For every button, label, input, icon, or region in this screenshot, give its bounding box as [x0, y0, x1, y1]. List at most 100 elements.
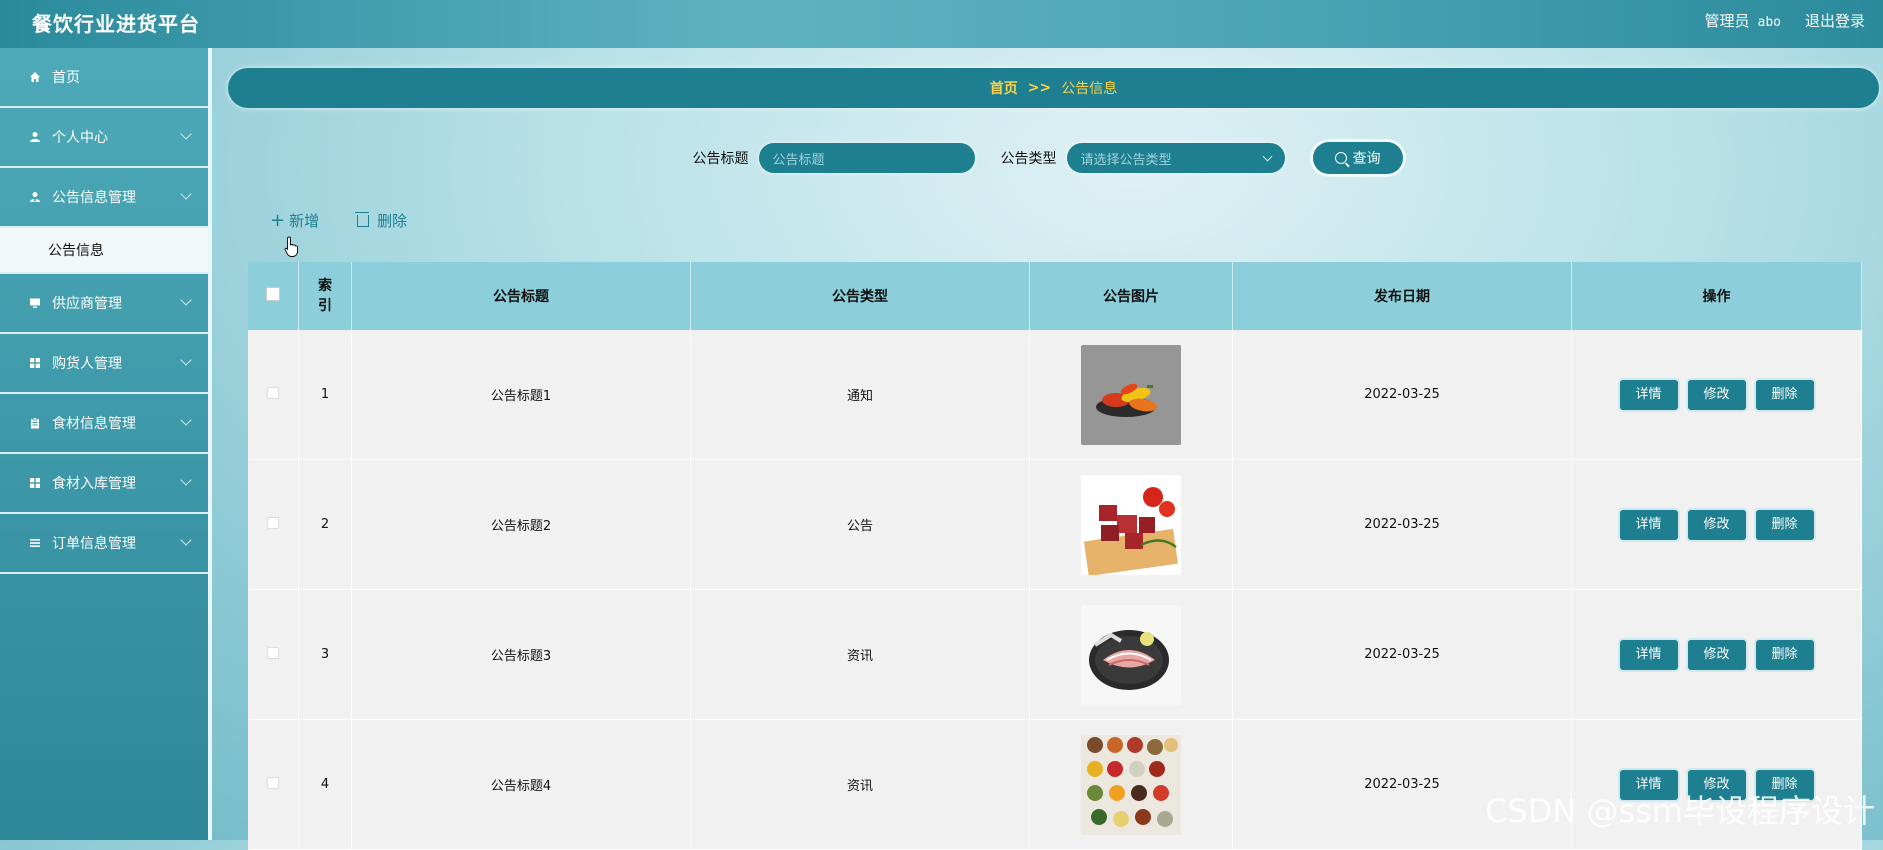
- col-type: 公告类型: [690, 262, 1030, 330]
- sidebar-item-personal-center[interactable]: 个人中心: [0, 108, 208, 168]
- row-title: 公告标题4: [351, 719, 691, 850]
- row-ops: 详情 修改 删除: [1571, 589, 1862, 720]
- chevron-down-icon: [180, 414, 192, 426]
- row-index: 4: [298, 719, 352, 850]
- sidebar-item-stock-in-management[interactable]: 食材入库管理: [0, 454, 208, 514]
- table-row: 3 公告标题3 资讯 2022-03-25 详情 修改 删除: [248, 589, 1862, 720]
- batch-delete-button[interactable]: 删除: [355, 210, 408, 231]
- row-index: 2: [298, 459, 352, 590]
- row-type: 资讯: [690, 589, 1030, 720]
- sidebar-subitem-notice-info[interactable]: 公告信息: [0, 228, 208, 274]
- home-icon: [28, 70, 42, 84]
- row-image-cell: [1029, 459, 1233, 590]
- row-image-cell: [1029, 719, 1233, 850]
- row-checkbox[interactable]: [267, 646, 279, 659]
- notice-image-beef[interactable]: [1081, 474, 1181, 575]
- row-title: 公告标题1: [351, 330, 691, 460]
- delete-button[interactable]: 删除: [1755, 639, 1814, 670]
- sidebar-item-home[interactable]: 首页: [0, 48, 208, 108]
- select-all-checkbox[interactable]: [266, 287, 280, 301]
- add-button[interactable]: + 新增: [270, 210, 319, 231]
- hand-cursor-icon: [284, 236, 299, 257]
- trash-icon: [355, 211, 370, 227]
- row-checkbox[interactable]: [267, 516, 279, 529]
- notice-image-bacon[interactable]: [1081, 604, 1181, 705]
- col-date: 发布日期: [1232, 262, 1572, 330]
- toolbar: + 新增 删除: [270, 210, 407, 231]
- main-content: 首页 >> 公告信息 公告标题 公告标题 公告类型 请选择公告类型 查询 + 新…: [212, 48, 1883, 850]
- query-button[interactable]: 查询: [1312, 142, 1403, 174]
- user-icon: [28, 130, 42, 144]
- row-select-cell: [248, 719, 299, 850]
- sidebar-item-ingredient-management[interactable]: 食材信息管理: [0, 394, 208, 454]
- table-row: 1 公告标题1 通知 2022-03-25 详情 修改 删除: [248, 330, 1862, 460]
- sidebar: 首页 个人中心 公告信息管理 公告信息 供应商管理 购货人管理 食材信息管理 食…: [0, 48, 212, 840]
- row-index: 1: [298, 330, 352, 460]
- table-row: 2 公告标题2 公告 2022-03-25 详情 修改 删除: [248, 459, 1862, 590]
- type-select[interactable]: 请选择公告类型: [1066, 143, 1285, 173]
- detail-button[interactable]: 详情: [1619, 379, 1678, 410]
- edit-button[interactable]: 修改: [1687, 379, 1746, 410]
- edit-button[interactable]: 修改: [1687, 639, 1746, 670]
- row-image-cell: [1029, 589, 1233, 720]
- breadcrumb-home[interactable]: 首页: [990, 78, 1018, 98]
- sidebar-item-label: 订单信息管理: [52, 536, 136, 552]
- row-date: 2022-03-25: [1232, 330, 1572, 460]
- row-ops: 详情 修改 删除: [1571, 459, 1862, 590]
- chevron-down-icon: [180, 474, 192, 486]
- detail-button[interactable]: 详情: [1619, 639, 1678, 670]
- sidebar-item-supplier-management[interactable]: 供应商管理: [0, 274, 208, 334]
- title-search-input[interactable]: 公告标题: [758, 143, 975, 173]
- notice-table: 索引 公告标题 公告类型 公告图片 发布日期 操作 1 公告标题1 通知 202…: [248, 262, 1862, 850]
- sidebar-item-order-management[interactable]: 订单信息管理: [0, 514, 208, 574]
- chevron-down-icon: [1262, 151, 1272, 161]
- row-type: 通知: [690, 330, 1030, 460]
- delete-button[interactable]: 删除: [1755, 379, 1814, 410]
- detail-button[interactable]: 详情: [1619, 509, 1678, 540]
- col-image: 公告图片: [1029, 262, 1233, 330]
- row-date: 2022-03-25: [1232, 589, 1572, 720]
- grid-icon: [28, 356, 42, 370]
- delete-button[interactable]: 删除: [1755, 509, 1814, 540]
- sidebar-item-label: 购货人管理: [52, 356, 122, 372]
- row-index: 3: [298, 589, 352, 720]
- notice-image-peppers[interactable]: [1081, 344, 1181, 445]
- list-icon: [28, 536, 42, 550]
- sidebar-item-buyer-management[interactable]: 购货人管理: [0, 334, 208, 394]
- clipboard-icon: [28, 416, 42, 430]
- row-checkbox[interactable]: [267, 386, 279, 399]
- header-right: 管理员 abo 退出登录: [1704, 10, 1865, 31]
- batch-delete-label: 删除: [377, 212, 408, 230]
- row-checkbox[interactable]: [267, 776, 279, 789]
- plus-icon: +: [270, 209, 286, 231]
- sidebar-item-label: 食材信息管理: [52, 416, 136, 432]
- sidebar-item-label: 公告信息管理: [52, 190, 136, 206]
- search-bar: 公告标题 公告标题 公告类型 请选择公告类型 查询: [212, 142, 1883, 174]
- sidebar-item-label: 首页: [52, 70, 80, 86]
- col-index-label: 索引: [318, 278, 332, 314]
- row-title: 公告标题2: [351, 459, 691, 590]
- chevron-down-icon: [180, 534, 192, 546]
- edit-button[interactable]: 修改: [1687, 509, 1746, 540]
- sidebar-item-label: 供应商管理: [52, 296, 122, 312]
- search-icon: [1334, 152, 1347, 164]
- chevron-down-icon: [180, 128, 192, 140]
- notice-image-spices[interactable]: [1081, 734, 1181, 835]
- sidebar-item-label: 个人中心: [52, 130, 108, 146]
- col-ops: 操作: [1571, 262, 1862, 330]
- user-tie-icon: [28, 190, 42, 204]
- query-button-label: 查询: [1352, 151, 1381, 167]
- username: abo: [1757, 15, 1781, 30]
- sidebar-item-label: 食材入库管理: [52, 476, 136, 492]
- chevron-down-icon: [180, 188, 192, 200]
- monitor-icon: [28, 296, 42, 310]
- row-image-cell: [1029, 330, 1233, 460]
- row-ops: 详情 修改 删除: [1571, 330, 1862, 460]
- type-select-placeholder: 请选择公告类型: [1080, 152, 1172, 168]
- logout-link[interactable]: 退出登录: [1805, 10, 1865, 31]
- chevron-down-icon: [180, 294, 192, 306]
- row-title: 公告标题3: [351, 589, 691, 720]
- sidebar-item-notice-management[interactable]: 公告信息管理: [0, 168, 208, 228]
- top-bar: 餐饮行业进货平台 管理员 abo 退出登录: [0, 0, 1883, 48]
- col-index: 索引: [298, 262, 352, 330]
